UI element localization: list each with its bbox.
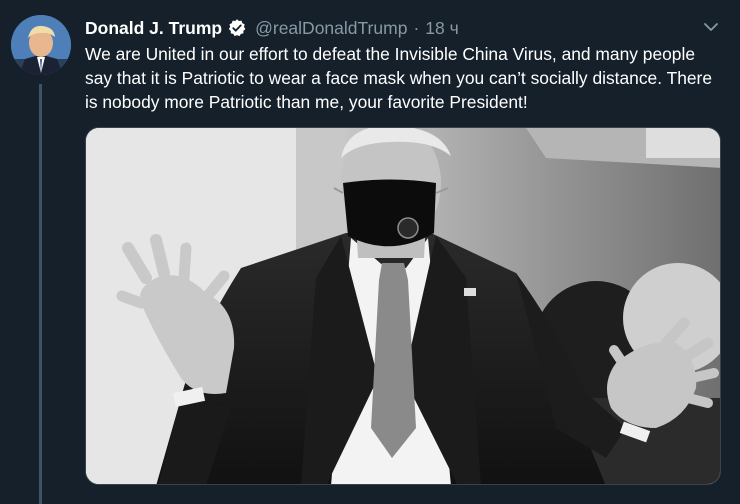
user-handle[interactable]: @realDonaldTrump	[255, 18, 407, 39]
tweet-photo[interactable]	[85, 127, 721, 485]
tweet-text: We are United in our effort to defeat th…	[85, 44, 712, 112]
display-name[interactable]: Donald J. Trump	[85, 18, 222, 39]
avatar[interactable]	[11, 15, 71, 75]
chevron-down-icon[interactable]	[702, 18, 720, 36]
thread-line	[39, 84, 42, 504]
separator-dot: ·	[413, 17, 420, 38]
tweet-timestamp[interactable]: 18 ч	[425, 18, 458, 39]
verified-badge-icon	[227, 18, 247, 38]
tweet-header: Donald J. Trump @realDonaldTrump · 18 ч	[85, 16, 459, 40]
